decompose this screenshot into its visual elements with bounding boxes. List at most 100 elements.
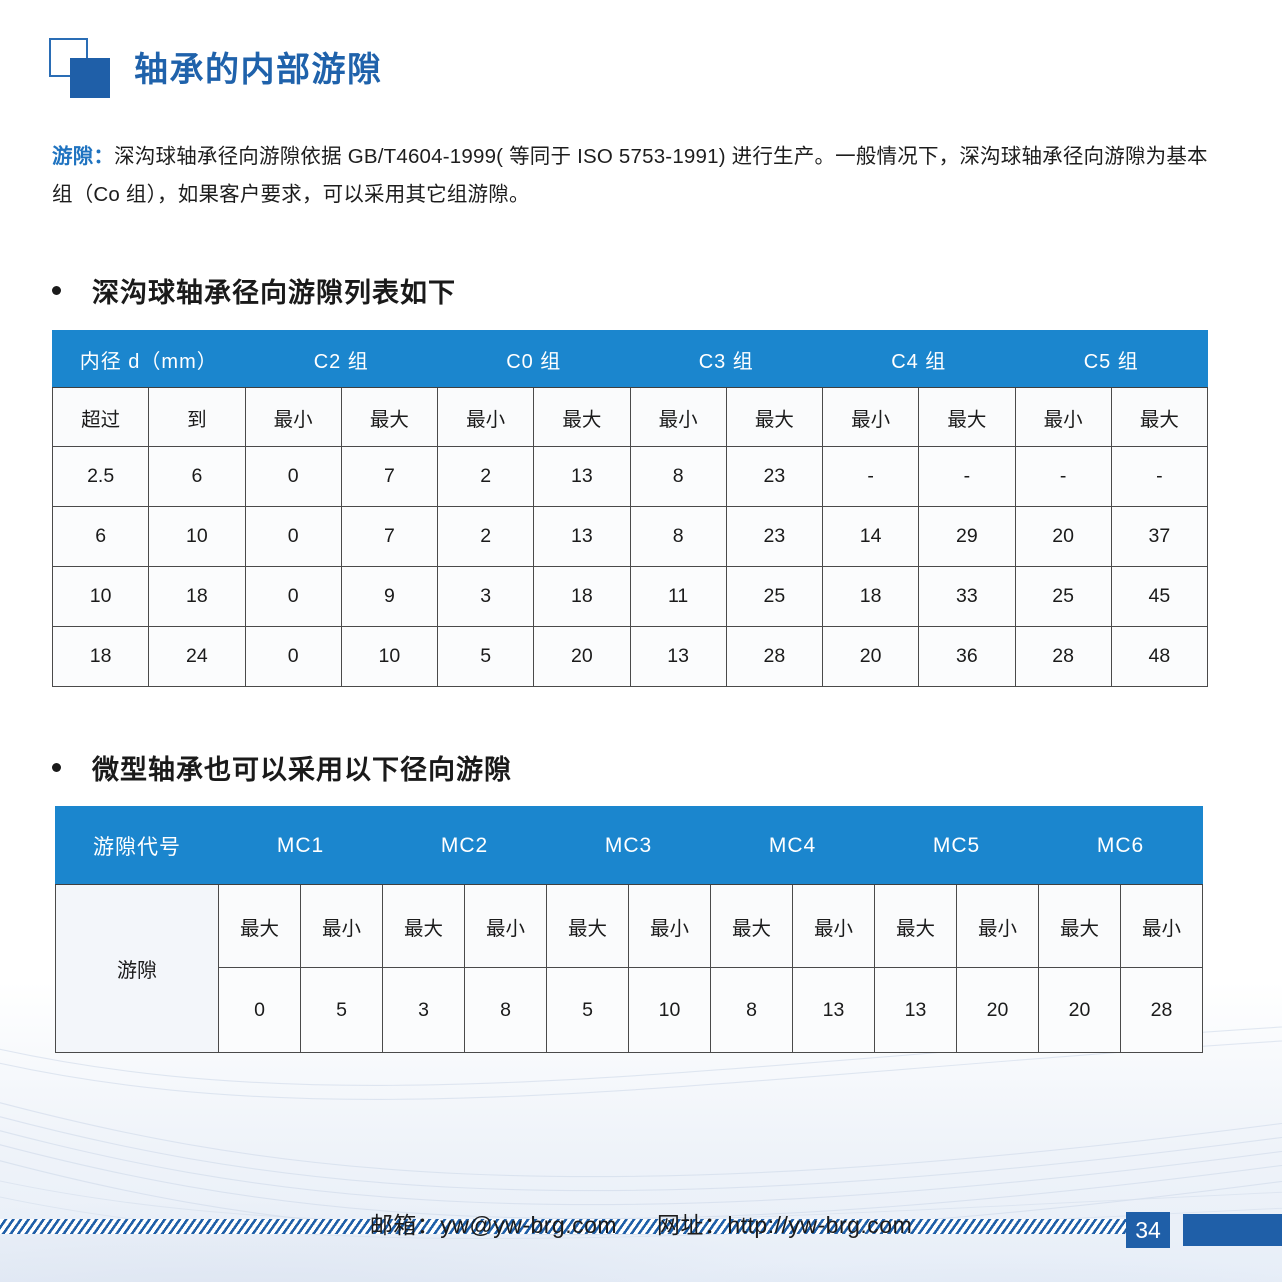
sub-header: 最大	[1110, 387, 1209, 447]
table-cell: 9	[340, 566, 439, 627]
table-cell: 23	[725, 506, 824, 567]
table-cell: 18	[533, 566, 631, 627]
table-cell: 6	[51, 506, 150, 567]
sub-header: 超过	[51, 387, 150, 447]
intro-body-text: 深沟球轴承径向游隙依据 GB/T4604-1999( 等同于 ISO 5753-…	[52, 145, 1208, 206]
sub-header: 最大	[382, 884, 465, 968]
sub-header: 最大	[340, 387, 439, 447]
table-cell: 20	[956, 967, 1039, 1053]
table-cell: -	[1014, 446, 1112, 507]
intro-paragraph: 游隙：深沟球轴承径向游隙依据 GB/T4604-1999( 等同于 ISO 57…	[52, 138, 1218, 214]
sub-header: 最小	[436, 387, 535, 447]
table-cell: 28	[1120, 967, 1203, 1053]
table-cell: 0	[244, 446, 342, 507]
table-cell: 0	[244, 566, 342, 627]
footer-accent-block	[1183, 1214, 1282, 1246]
table-cell: 11	[629, 566, 727, 627]
table-clearance: 内径 d（mm） C2 组 C0 组 C3 组 C4 组 C5 组 超过 到 最…	[51, 330, 1209, 687]
section-heading-clearance-table: 深沟球轴承径向游隙列表如下	[52, 271, 456, 310]
table-cell: 2	[436, 506, 535, 567]
page-title: 轴承的内部游隙	[134, 50, 383, 89]
group-header-clearance-code: 游隙代号	[55, 806, 219, 885]
sub-header: 最小	[300, 884, 383, 968]
table-cell: -	[821, 446, 920, 507]
table-group-header-row: 内径 d（mm） C2 组 C0 组 C3 组 C4 组 C5 组	[52, 330, 1208, 388]
table-cell: 0	[244, 506, 342, 567]
sub-header: 最小	[244, 387, 342, 447]
sub-header: 最大	[710, 884, 793, 968]
table-cell: 29	[918, 506, 1016, 567]
sub-header: 最小	[956, 884, 1039, 968]
sub-header: 到	[148, 387, 246, 447]
group-header-mc2: MC2	[382, 806, 547, 885]
page-number-badge: 34	[1126, 1212, 1170, 1248]
sub-header: 最小	[1014, 387, 1112, 447]
table-cell: 5	[546, 967, 629, 1053]
slide-page: 轴承的内部游隙 游隙：深沟球轴承径向游隙依据 GB/T4604-1999( 等同…	[0, 0, 1282, 1282]
table-cell: 7	[340, 446, 439, 507]
table-cell: 8	[629, 506, 727, 567]
table-row: 2.5 6 0 7 2 13 8 23 - - - -	[51, 446, 1209, 507]
table-cell: 10	[628, 967, 711, 1053]
table-cell: 25	[725, 566, 824, 627]
group-header-c5: C5 组	[1014, 330, 1208, 388]
sub-header: 最大	[1038, 884, 1121, 968]
table-micro-clearance: 游隙代号 MC1 MC2 MC3 MC4 MC5 MC6 游隙 最大 最小 最大…	[55, 806, 1203, 1053]
table-cell: 6	[148, 446, 246, 507]
section-heading-label: 深沟球轴承径向游隙列表如下	[92, 278, 456, 308]
page-title-row: 轴承的内部游隙	[48, 36, 383, 98]
table-cell: 14	[821, 506, 920, 567]
table-cell: 3	[436, 566, 535, 627]
table-row: 18 24 0 10 5 20 13 28 20 36 28 48	[51, 626, 1209, 687]
table-cell: -	[918, 446, 1016, 507]
square-filled-shape	[70, 58, 110, 98]
group-header-c0: C0 组	[437, 330, 631, 388]
group-header-mc3: MC3	[546, 806, 711, 885]
bullet-icon	[52, 763, 61, 772]
table-cell: 10	[340, 626, 439, 687]
table-cell: 20	[1038, 967, 1121, 1053]
sub-header: 最大	[725, 387, 824, 447]
table-cell: 7	[340, 506, 439, 567]
table-cell: 3	[382, 967, 465, 1053]
table-cell: 36	[918, 626, 1016, 687]
table-cell: 25	[1014, 566, 1112, 627]
table-cell: 28	[725, 626, 824, 687]
sub-header: 最大	[546, 884, 629, 968]
table-cell: 2.5	[51, 446, 150, 507]
group-header-c4: C4 组	[822, 330, 1016, 388]
table-cell: 5	[436, 626, 535, 687]
section-heading-micro-table: 微型轴承也可以采用以下径向游隙	[52, 748, 512, 787]
table-cell: 13	[792, 967, 875, 1053]
table-cell: 13	[629, 626, 727, 687]
sub-header: 最小	[821, 387, 920, 447]
sub-header: 最大	[218, 884, 301, 968]
table-cell: 45	[1110, 566, 1209, 627]
table-cell: 18	[821, 566, 920, 627]
table-group-header-row: 游隙代号 MC1 MC2 MC3 MC4 MC5 MC6	[55, 806, 1203, 885]
row-label-clearance: 游隙	[55, 884, 219, 1053]
group-header-c2: C2 组	[244, 330, 438, 388]
table-cell: 10	[51, 566, 150, 627]
table-cell: 48	[1110, 626, 1209, 687]
table-cell: 13	[874, 967, 957, 1053]
table-cell: 0	[244, 626, 342, 687]
group-header-inner-diameter: 内径 d（mm）	[52, 330, 246, 388]
table-cell: 37	[1110, 506, 1209, 567]
table-cell: 8	[710, 967, 793, 1053]
table-cell: -	[1110, 446, 1209, 507]
table-cell: 20	[821, 626, 920, 687]
section-heading-label: 微型轴承也可以采用以下径向游隙	[92, 755, 512, 785]
bullet-icon	[52, 286, 61, 295]
table-cell: 23	[725, 446, 824, 507]
sub-header: 最大	[533, 387, 631, 447]
group-header-mc4: MC4	[710, 806, 875, 885]
sub-header: 最大	[874, 884, 957, 968]
footer-stripe-decoration	[0, 1219, 1140, 1234]
sub-header: 最小	[1120, 884, 1203, 968]
table-row: 6 10 0 7 2 13 8 23 14 29 20 37	[51, 506, 1209, 567]
table-sub-header-row: 超过 到 最小 最大 最小 最大 最小 最大 最小 最大 最小 最大	[51, 387, 1209, 447]
table-cell: 20	[533, 626, 631, 687]
group-header-c3: C3 组	[629, 330, 823, 388]
group-header-mc5: MC5	[874, 806, 1039, 885]
